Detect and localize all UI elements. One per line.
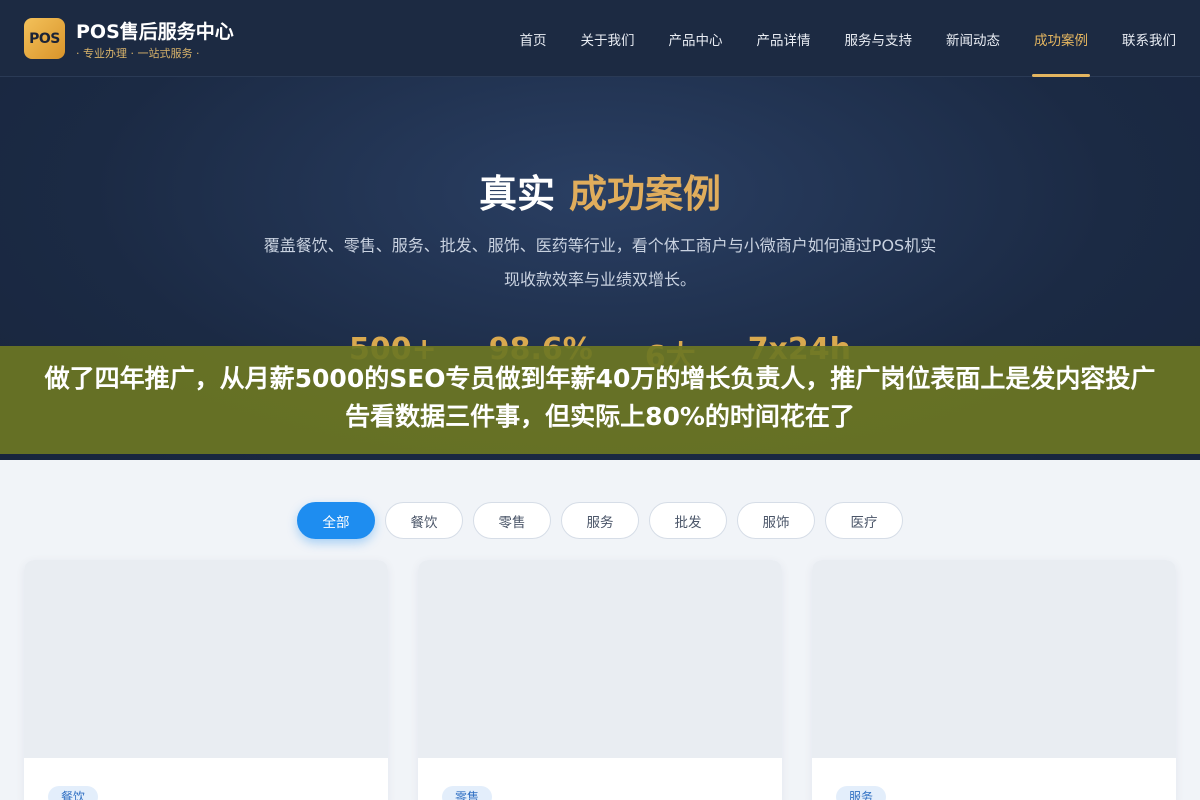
nav-news[interactable]: 新闻动态: [946, 0, 1000, 77]
brand-subtitle: · 专业办理 · 一站式服务 ·: [76, 47, 200, 60]
logo-icon[interactable]: POS: [24, 18, 65, 59]
filter-all[interactable]: 全部: [297, 502, 375, 539]
hero-title: 真实 成功案例: [0, 163, 1200, 218]
hero-title-gold: 成功案例: [569, 172, 722, 216]
category-filters: 全部 餐饮 零售 服务 批发 服饰 医疗: [297, 502, 913, 539]
filter-catering[interactable]: 餐饮: [385, 502, 463, 539]
nav-about[interactable]: 关于我们: [581, 0, 635, 77]
overlay-banner: 做了四年推广，从月薪5000的SEO专员做到年薪40万的增长负责人，推广岗位表面…: [0, 346, 1200, 454]
case-card[interactable]: 零售: [418, 560, 782, 800]
nav-contact[interactable]: 联系我们: [1122, 0, 1176, 77]
filter-wholesale[interactable]: 批发: [649, 502, 727, 539]
filter-retail[interactable]: 零售: [473, 502, 551, 539]
main-nav: 首页 关于我们 产品中心 产品详情 服务与支持 新闻动态 成功案例 联系我们: [486, 0, 1176, 77]
hero-description: 覆盖餐饮、零售、服务、批发、服饰、医药等行业，看个体工商户与小微商户如何通过PO…: [263, 236, 937, 289]
case-tag: 服务: [836, 786, 887, 800]
brand-title[interactable]: POS售后服务中心: [76, 17, 234, 44]
filter-medical[interactable]: 医疗: [825, 502, 903, 539]
nav-cases[interactable]: 成功案例: [1032, 0, 1090, 77]
case-image: [24, 560, 388, 758]
case-tag: 餐饮: [48, 786, 99, 800]
case-image: [812, 560, 1176, 758]
hero-title-white: 真实: [478, 172, 555, 216]
case-image: [418, 560, 782, 758]
case-card[interactable]: 服务: [812, 560, 1176, 800]
filter-service[interactable]: 服务: [561, 502, 639, 539]
nav-product-details[interactable]: 产品详情: [757, 0, 811, 77]
nav-home[interactable]: 首页: [520, 0, 547, 77]
case-card[interactable]: 餐饮: [24, 560, 388, 800]
nav-support[interactable]: 服务与支持: [845, 0, 913, 77]
nav-products[interactable]: 产品中心: [669, 0, 723, 77]
site-header: POS POS售后服务中心 · 专业办理 · 一站式服务 · 首页 关于我们 产…: [0, 0, 1200, 77]
filter-apparel[interactable]: 服饰: [737, 502, 815, 539]
case-tag: 零售: [442, 786, 493, 800]
